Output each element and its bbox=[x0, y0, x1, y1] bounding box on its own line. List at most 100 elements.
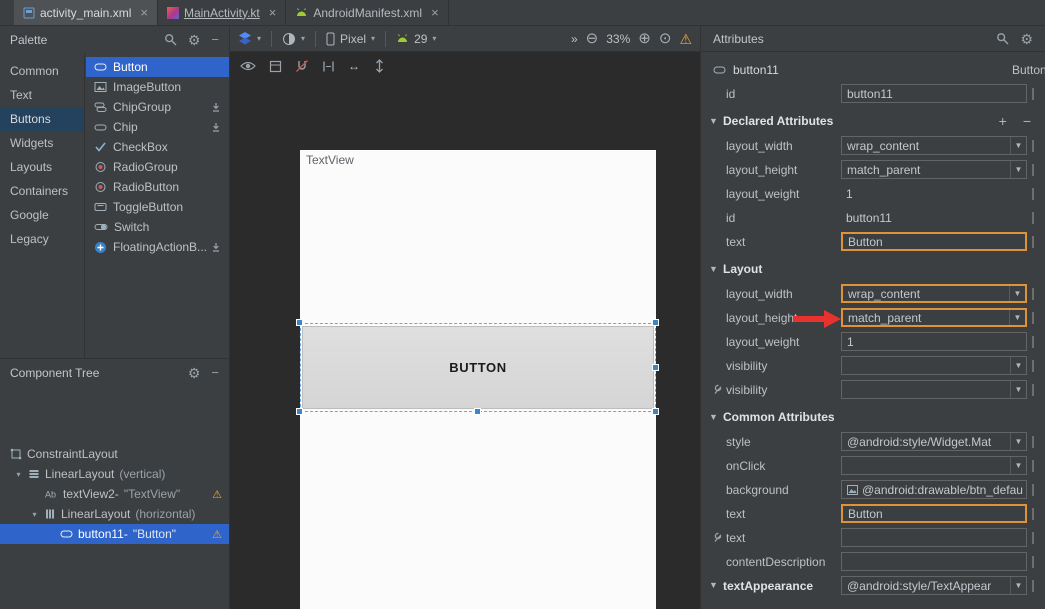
attr-label: layout_width bbox=[726, 139, 793, 153]
canvas-textview[interactable]: TextView bbox=[306, 153, 354, 167]
layers-icon[interactable] bbox=[238, 31, 252, 46]
resize-handle-right[interactable] bbox=[652, 364, 659, 371]
tree-item-textview2[interactable]: Ab textView2- "TextView" ⚠ bbox=[0, 484, 229, 504]
visibility-combo[interactable]: ▼ bbox=[841, 356, 1027, 375]
overflow-chevrons-icon[interactable]: » bbox=[571, 32, 578, 46]
category-layouts[interactable]: Layouts bbox=[0, 155, 84, 179]
remove-attribute-icon[interactable]: − bbox=[1023, 113, 1031, 129]
tree-item-linearlayout-horizontal[interactable]: ▾ LinearLayout (horizontal) bbox=[0, 504, 229, 524]
palette-item-label: CheckBox bbox=[113, 140, 168, 154]
resize-handle-bottom-left[interactable] bbox=[296, 408, 303, 415]
chip-group-icon bbox=[94, 101, 107, 113]
clear-constraints-icon[interactable]: ↔ bbox=[348, 59, 360, 73]
chevron-down-icon[interactable]: ▾ bbox=[301, 34, 305, 43]
tree-item-constraintlayout[interactable]: ConstraintLayout bbox=[0, 444, 229, 464]
chevron-down-icon[interactable]: ▾ bbox=[257, 34, 261, 43]
onclick-combo[interactable]: ▼ bbox=[841, 456, 1027, 475]
tree-item-linearlayout-vertical[interactable]: ▾ LinearLayout (vertical) bbox=[0, 464, 229, 484]
tools-visibility-combo[interactable]: ▼ bbox=[841, 380, 1027, 399]
field-value[interactable]: 1 bbox=[846, 187, 853, 201]
category-legacy[interactable]: Legacy bbox=[0, 227, 84, 251]
gear-icon[interactable]: ⚙ bbox=[188, 366, 201, 380]
palette-item-radiobutton[interactable]: RadioButton bbox=[86, 177, 229, 197]
content-description-field[interactable] bbox=[841, 552, 1027, 571]
resize-handle-bottom[interactable] bbox=[474, 408, 481, 415]
palette-item-chipgroup[interactable]: ChipGroup bbox=[86, 97, 229, 117]
zoom-in-icon[interactable]: ⊕ bbox=[638, 31, 651, 46]
palette-item-floatingactionbutton[interactable]: FloatingActionB... bbox=[86, 237, 229, 257]
layout-height-combo[interactable]: match_parent▼ bbox=[841, 308, 1027, 327]
search-icon[interactable] bbox=[164, 33, 177, 46]
category-widgets[interactable]: Widgets bbox=[0, 131, 84, 155]
expander-icon[interactable]: ▾ bbox=[30, 510, 39, 519]
chip-icon bbox=[94, 121, 107, 133]
chevron-down-icon[interactable]: ▾ bbox=[432, 34, 436, 43]
close-tab-icon[interactable]: × bbox=[140, 6, 148, 19]
section-caret-icon[interactable]: ▼ bbox=[709, 580, 718, 590]
tab-activity-main-xml[interactable]: activity_main.xml × bbox=[14, 0, 158, 25]
category-buttons[interactable]: Buttons bbox=[0, 107, 84, 131]
section-layout[interactable]: ▼ Layout bbox=[701, 258, 1045, 282]
zoom-out-icon[interactable]: ⊖ bbox=[586, 31, 599, 46]
view-options-eye-icon[interactable] bbox=[240, 60, 256, 72]
layout-height-combo[interactable]: match_parent▼ bbox=[841, 160, 1027, 179]
expander-icon[interactable]: ▾ bbox=[14, 470, 23, 479]
tree-item-button11[interactable]: button11- "Button" ⚠ bbox=[0, 524, 229, 544]
linear-layout-vertical-icon bbox=[28, 468, 40, 480]
layout-weight-field[interactable]: 1 bbox=[841, 332, 1027, 351]
layout-width-combo[interactable]: wrap_content▼ bbox=[841, 136, 1027, 155]
category-common[interactable]: Common bbox=[0, 59, 84, 83]
style-combo[interactable]: @android:style/Widget.Mat▼ bbox=[841, 432, 1027, 451]
gear-icon[interactable]: ⚙ bbox=[1020, 32, 1033, 46]
layout-width-combo[interactable]: wrap_content▼ bbox=[841, 284, 1027, 303]
add-attribute-icon[interactable]: + bbox=[999, 113, 1007, 129]
field-value[interactable]: button11 bbox=[846, 211, 892, 225]
resize-handle-bottom-right[interactable] bbox=[652, 408, 659, 415]
blueprint-toggle-icon[interactable] bbox=[282, 32, 296, 46]
text-field[interactable]: Button bbox=[841, 232, 1027, 251]
editor-tab-bar: activity_main.xml × MainActivity.kt × An… bbox=[0, 0, 1045, 26]
tools-text-field[interactable] bbox=[841, 528, 1027, 547]
section-declared-attributes[interactable]: ▼ Declared Attributes +− bbox=[701, 110, 1045, 134]
background-field[interactable]: @android:drawable/btn_defau bbox=[841, 480, 1027, 499]
palette-item-button[interactable]: Button bbox=[86, 57, 229, 77]
row-tick bbox=[1032, 140, 1034, 152]
category-google[interactable]: Google bbox=[0, 203, 84, 227]
id-field[interactable]: button11 bbox=[841, 84, 1027, 103]
attr-label: background bbox=[726, 483, 789, 497]
resize-handle-top-right[interactable] bbox=[652, 319, 659, 326]
category-text[interactable]: Text bbox=[0, 83, 84, 107]
palette-item-radiogroup[interactable]: RadioGroup bbox=[86, 157, 229, 177]
palette-item-togglebutton[interactable]: ToggleButton bbox=[86, 197, 229, 217]
chevron-down-icon[interactable]: ▾ bbox=[371, 34, 375, 43]
zoom-to-fit-icon[interactable]: ⊙ bbox=[659, 31, 672, 46]
tab-mainactivity-kt[interactable]: MainActivity.kt × bbox=[158, 0, 286, 25]
device-selector[interactable]: Pixel bbox=[340, 32, 366, 46]
autoconnect-magnet-icon[interactable] bbox=[295, 59, 309, 73]
close-tab-icon[interactable]: × bbox=[431, 6, 439, 19]
palette-item-checkbox[interactable]: CheckBox bbox=[86, 137, 229, 157]
minimize-icon[interactable]: − bbox=[211, 366, 219, 379]
warnings-icon[interactable]: ⚠ bbox=[679, 32, 692, 46]
gear-icon[interactable]: ⚙ bbox=[188, 33, 201, 47]
close-tab-icon[interactable]: × bbox=[269, 6, 277, 19]
palette-item-label: Switch bbox=[114, 220, 149, 234]
text-field[interactable]: Button bbox=[841, 504, 1027, 523]
section-common-attributes[interactable]: ▼ Common Attributes bbox=[701, 406, 1045, 430]
textappearance-combo[interactable]: @android:style/TextAppear▼ bbox=[841, 576, 1027, 595]
api-level-selector[interactable]: 29 bbox=[414, 32, 427, 46]
infer-constraints-icon[interactable] bbox=[373, 59, 386, 73]
design-surface: ▾ ▾ Pixel ▾ 29 ▾ » ⊖ 33% ⊕ ⊙ ⚠ bbox=[230, 26, 700, 609]
tab-androidmanifest-xml[interactable]: AndroidManifest.xml × bbox=[286, 0, 448, 25]
palette-item-switch[interactable]: Switch bbox=[86, 217, 229, 237]
palette-item-chip[interactable]: Chip bbox=[86, 117, 229, 137]
category-containers[interactable]: Containers bbox=[0, 179, 84, 203]
minimize-icon[interactable]: − bbox=[211, 33, 219, 46]
canvas-button[interactable]: BUTTON bbox=[302, 326, 654, 409]
default-margins-icon[interactable] bbox=[322, 60, 335, 73]
row-tick bbox=[1032, 508, 1034, 520]
search-icon[interactable] bbox=[996, 32, 1009, 45]
palette-item-imagebutton[interactable]: ImageButton bbox=[86, 77, 229, 97]
select-surface-icon[interactable] bbox=[269, 60, 282, 73]
resize-handle-top-left[interactable] bbox=[296, 319, 303, 326]
